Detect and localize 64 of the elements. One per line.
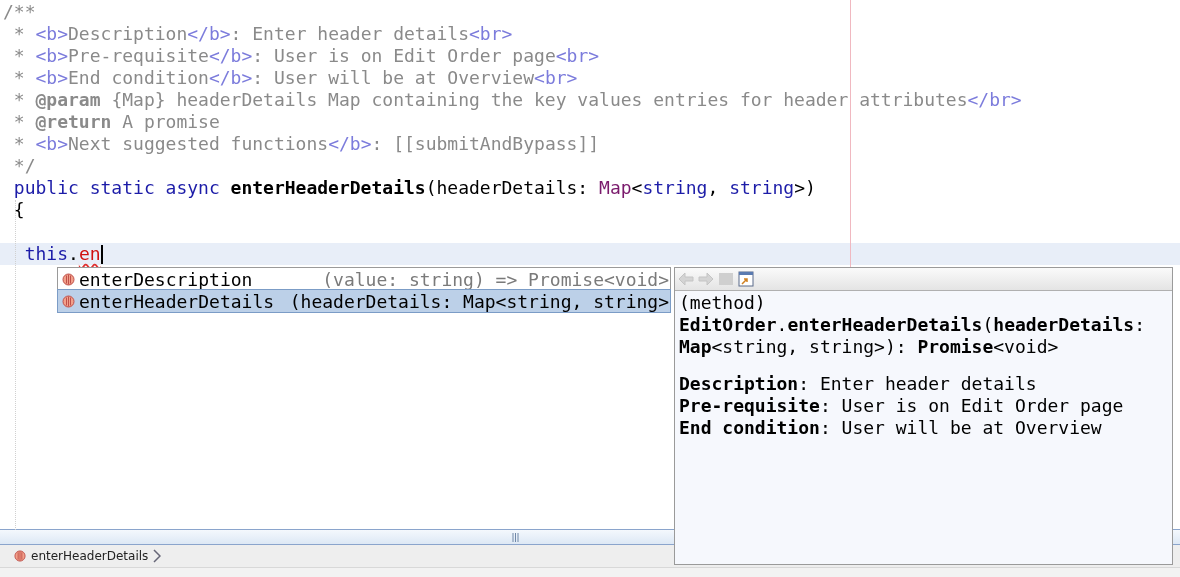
code-text: </b> [208, 67, 253, 89]
code-text: < [631, 177, 643, 199]
code-text: <b> [35, 45, 69, 67]
code-text: </br> [967, 89, 1022, 111]
code-text: public static async [12, 177, 221, 199]
forward-button[interactable] [698, 272, 714, 286]
code-text: enterHeaderDetails [230, 177, 426, 199]
code-text: : User is on Edit Order page [252, 45, 556, 67]
method-icon [62, 294, 75, 308]
code-text: <b> [35, 23, 69, 45]
doc-detail: Pre-requisite: User is on Edit Order page [679, 395, 1125, 417]
code-text: */ [12, 155, 36, 177]
code-text: . [68, 243, 79, 265]
misspelled-code-text: en [78, 243, 101, 265]
doc-heading: (method) [679, 292, 767, 314]
code-text: Description [68, 23, 188, 45]
code-text: </b> [187, 23, 231, 45]
code-text: </b> [208, 45, 253, 67]
code-text: : [[submitAndBypass]] [371, 133, 600, 155]
code-text: * [12, 133, 26, 155]
code-text: (headerDetails: [425, 177, 590, 199]
code-text: A promise [121, 111, 220, 133]
code-text: {Map} headerDetails Map containing the key values entries for header attributes [110, 89, 968, 111]
code-text: { [12, 199, 25, 221]
code-text: >) [794, 177, 816, 199]
code-text: </b> [328, 133, 372, 155]
doc-signature: EditOrder.enterHeaderDetails(headerDetails: Map<string, string>): Promise<void> [679, 314, 1147, 358]
code-text: End condition [68, 67, 209, 89]
code-text: * [12, 45, 26, 67]
breadcrumb-item[interactable]: enterHeaderDetails [31, 549, 149, 563]
completion-item[interactable]: enterHeaderDetails (headerDetails: Map<string, string> [58, 290, 670, 312]
code-text: @return [35, 111, 112, 133]
code-text: * [12, 111, 26, 133]
doc-detail: Description: Enter header details [679, 373, 1038, 395]
code-text: : User will be at Overview [252, 67, 535, 89]
doc-detail: End condition: User will be at Overview [679, 417, 1103, 439]
code-text: Map [599, 177, 632, 199]
completion-name: enterHeaderDetails [79, 290, 275, 312]
completion-name: enterDescription [79, 268, 253, 290]
grip-icon [511, 532, 519, 542]
code-text: string [642, 177, 708, 199]
code-text: this [23, 243, 69, 265]
code-text: <br> [534, 67, 578, 89]
code-text: <b> [35, 67, 69, 89]
code-text: <br> [555, 45, 600, 67]
code-text: <br> [469, 23, 513, 45]
back-button[interactable] [678, 272, 694, 286]
completion-signature: (value: string) => Promise<void> [322, 268, 669, 290]
code-text: , [707, 177, 720, 199]
code-text: Pre-requisite [68, 45, 209, 67]
method-icon [14, 550, 26, 562]
method-icon [62, 272, 75, 286]
code-text: : Enter header details [230, 23, 470, 45]
code-text: * [12, 67, 26, 89]
code-text: string [729, 177, 795, 199]
code-text: Next suggested functions [68, 133, 329, 155]
code-text: * [12, 23, 26, 45]
completion-signature: (headerDetails: Map<string, string> [289, 290, 669, 312]
open-in-window-button[interactable] [738, 271, 754, 287]
code-text: <b> [35, 133, 69, 155]
code-text: @param [35, 89, 101, 111]
code-text: * [12, 89, 26, 111]
code-text: /** [3, 1, 36, 23]
chevron-right-icon [153, 549, 162, 563]
